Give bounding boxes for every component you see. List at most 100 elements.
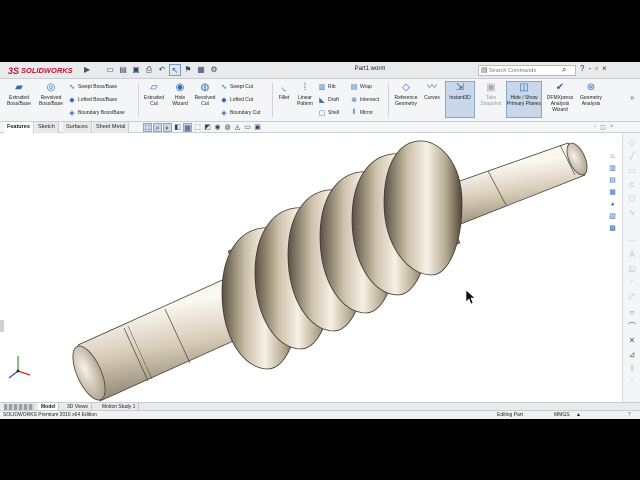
- toolbar-more-icon[interactable]: »: [630, 93, 634, 102]
- draft-button[interactable]: ◣ Draft: [318, 96, 339, 104]
- dynamic-annotation-icon[interactable]: ▦: [183, 123, 192, 132]
- worm-gear-model[interactable]: [0, 133, 620, 402]
- boundary-cut-button[interactable]: ◈ Boundary Cut: [220, 109, 260, 117]
- tab-surfaces[interactable]: Surfaces: [63, 122, 92, 133]
- tile-viewport-icon[interactable]: ◫: [600, 124, 606, 131]
- rib-button[interactable]: ▥ Rib: [318, 83, 336, 91]
- new-document-icon[interactable]: ▭: [104, 64, 116, 76]
- linear-pattern-icon: ⁞: [303, 82, 307, 93]
- tab-features[interactable]: Features: [4, 122, 34, 133]
- dfmxpress-button[interactable]: ✔ DFMXpress Analysis Wizard: [544, 82, 576, 113]
- print-icon[interactable]: ⎙: [143, 64, 155, 76]
- linear-pattern-button[interactable]: ⁞ Linear Pattern: [294, 82, 316, 107]
- spline-icon[interactable]: ∿: [626, 207, 638, 219]
- slot-icon[interactable]: ⊂: [626, 179, 638, 191]
- custom-properties-icon[interactable]: ▧: [607, 212, 618, 222]
- appearances-icon[interactable]: ◕: [607, 200, 618, 210]
- hide-show-planes-button[interactable]: ◫ Hide / Show Primary Planes: [506, 81, 542, 118]
- take-snapshot-button[interactable]: ▣ Take Snapshot: [478, 82, 504, 107]
- options-gear-icon[interactable]: ⚙: [208, 64, 220, 76]
- extruded-boss-button[interactable]: ▰ Extruded Boss/Base: [4, 82, 34, 107]
- feature-manager-collapse-handle[interactable]: [0, 320, 4, 332]
- apply-scene-icon[interactable]: ◬: [233, 123, 242, 132]
- check-icon: ✔: [555, 82, 565, 93]
- wrap-button[interactable]: ▤ Wrap: [350, 83, 372, 91]
- lofted-boss-button[interactable]: ◆ Lofted Boss/Base: [68, 96, 117, 104]
- restore-viewport-icon[interactable]: ▫: [594, 124, 596, 131]
- monitor-icon[interactable]: ▣: [253, 123, 262, 132]
- forum-icon[interactable]: ▩: [607, 224, 618, 234]
- fillet-button[interactable]: ◟ Fillet: [274, 82, 294, 101]
- geometry-analysis-button[interactable]: ⊛ Geometry Analysis: [576, 82, 606, 107]
- mirror-entities-icon[interactable]: ⫴: [626, 363, 638, 375]
- command-manager-tabs: Features Sketch Surfaces Sheet Metal: [0, 122, 640, 133]
- arc-icon[interactable]: ⌒: [626, 321, 638, 333]
- display-style-icon[interactable]: ◩: [203, 123, 212, 132]
- sweep-icon: ∿: [69, 84, 75, 91]
- unit-menu-arrow-icon[interactable]: ▲: [576, 411, 581, 419]
- swept-boss-button[interactable]: ∿ Swept Boss/Base: [68, 83, 117, 91]
- rectangle-icon[interactable]: ▭: [626, 165, 638, 177]
- minimize-button[interactable]: -: [588, 64, 591, 73]
- centerline-icon[interactable]: ⋯: [626, 235, 638, 247]
- maximize-button[interactable]: ▫: [595, 64, 598, 73]
- section-view-icon[interactable]: ◧: [173, 123, 182, 132]
- mirror-button[interactable]: ⫴ Mirror: [350, 109, 374, 117]
- help-icon[interactable]: ?: [628, 411, 631, 419]
- menu-expand-arrow-icon[interactable]: ▶: [84, 65, 90, 74]
- save-icon[interactable]: ▣: [130, 64, 142, 76]
- edit-appearance-icon[interactable]: ◍: [223, 123, 232, 132]
- view-palette-icon[interactable]: ▦: [607, 188, 618, 198]
- unit-system-button[interactable]: MMGS: [554, 411, 570, 419]
- zoom-to-fit-icon[interactable]: ⛶: [143, 123, 152, 132]
- lofted-cut-button[interactable]: ◆ Lofted Cut: [220, 96, 253, 104]
- previous-view-icon[interactable]: ◐: [163, 123, 172, 132]
- close-viewport-icon[interactable]: ×: [610, 124, 614, 131]
- plane-icon[interactable]: ◱: [626, 263, 638, 275]
- line-icon[interactable]: ╱: [626, 151, 638, 163]
- model-tabs-bar: Model 3D Views Motion Study 1: [0, 402, 640, 411]
- shell-button[interactable]: ▢ Shell: [318, 109, 339, 117]
- search-icon[interactable]: ⌕: [562, 65, 566, 75]
- tab-sketch[interactable]: Sketch: [35, 122, 59, 133]
- chamfer-icon[interactable]: ◸: [626, 291, 638, 303]
- graphics-area[interactable]: [0, 133, 620, 402]
- file-explorer-icon[interactable]: ▤: [607, 176, 618, 186]
- close-button[interactable]: ×: [602, 64, 607, 73]
- text-icon[interactable]: A: [626, 249, 638, 261]
- dimension-icon[interactable]: ◇: [626, 137, 638, 149]
- curves-button[interactable]: 〰 Curves: [422, 82, 442, 101]
- point-icon[interactable]: ·: [626, 221, 638, 233]
- extruded-cut-button[interactable]: ▱ Extruded Cut: [141, 82, 167, 107]
- solidworks-resources-icon[interactable]: ⌂: [607, 152, 618, 162]
- revolved-cut-button[interactable]: ◍ Revolved Cut: [192, 82, 218, 107]
- hole-wizard-button[interactable]: ◉ Hole Wizard: [168, 82, 192, 107]
- undo-icon[interactable]: ↶: [156, 64, 168, 76]
- reference-geometry-button[interactable]: ◇ Reference Geometry: [390, 82, 422, 107]
- solidworks-logo[interactable]: 3S SOLIDWORKS: [8, 64, 73, 77]
- instant3d-button[interactable]: ⇲ Instant3D: [445, 81, 475, 118]
- file-properties-icon[interactable]: ▦: [195, 64, 207, 76]
- revolved-boss-button[interactable]: ◎ Revolved Boss/Base: [36, 82, 66, 107]
- offset-icon[interactable]: ⊿: [626, 349, 638, 361]
- hide-show-items-icon[interactable]: ◉: [213, 123, 222, 132]
- view-orientation-icon[interactable]: ⬚: [193, 123, 202, 132]
- trim-icon[interactable]: ✕: [626, 335, 638, 347]
- boundary-boss-button[interactable]: ◈ Boundary Boss/Base: [68, 109, 124, 117]
- sketch-tools-strip: ◇ ╱ ▭ ⊂ ⬡ ∿ · ⋯ A ◱ ◜ ◸ ○ ⌒ ✕ ⊿ ⫴ ⁞: [622, 133, 640, 402]
- fillet-sketch-icon[interactable]: ◜: [626, 277, 638, 289]
- select-icon[interactable]: ↖: [169, 64, 181, 76]
- open-file-icon[interactable]: ▤: [117, 64, 129, 76]
- swept-cut-button[interactable]: ∿ Swept Cut: [220, 83, 253, 91]
- zoom-to-area-icon[interactable]: ⌕: [153, 123, 162, 132]
- intersect-button[interactable]: ⊗ Intersect: [350, 96, 379, 104]
- help-button[interactable]: ?: [580, 64, 584, 73]
- rebuild-icon[interactable]: ⚑: [182, 64, 194, 76]
- polygon-icon[interactable]: ⬡: [626, 193, 638, 205]
- design-library-icon[interactable]: ▥: [607, 164, 618, 174]
- circle-icon[interactable]: ○: [626, 307, 638, 319]
- pattern-icon[interactable]: ⁞: [626, 377, 638, 389]
- view-settings-icon[interactable]: ▭: [243, 123, 252, 132]
- tab-sheet-metal[interactable]: Sheet Metal: [93, 122, 130, 133]
- title-bar: 3S SOLIDWORKS ▶ ▭ ▤ ▣ ⎙ ↶ ↖ ⚑ ▦ ⚙ Part1 …: [0, 62, 640, 79]
